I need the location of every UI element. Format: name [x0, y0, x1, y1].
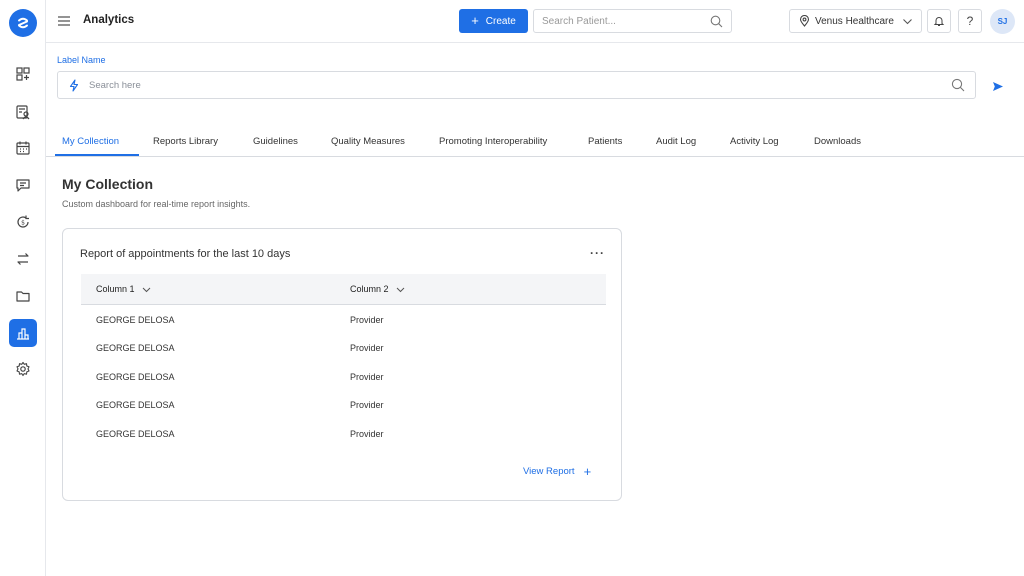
tab-my-collection[interactable]: My Collection: [62, 136, 119, 147]
table-cell: GEORGE DELOSA: [96, 429, 175, 439]
table-row[interactable]: GEORGE DELOSA Provider: [81, 307, 606, 335]
table-cell: GEORGE DELOSA: [96, 315, 175, 325]
chevron-down-icon: [142, 287, 150, 292]
avatar[interactable]: SJ: [990, 9, 1015, 34]
folder-icon: [16, 291, 30, 302]
table-cell: Provider: [350, 372, 384, 382]
transfer-icon: [17, 253, 29, 265]
tab-audit-log[interactable]: Audit Log: [656, 136, 696, 147]
tab-patients[interactable]: Patients: [588, 136, 622, 147]
patients-icon: [16, 105, 30, 120]
svg-text:$: $: [21, 220, 25, 227]
messages-icon: [16, 179, 30, 192]
view-report-link[interactable]: View Report +: [523, 463, 592, 479]
sidebar-item-transfer[interactable]: [9, 245, 37, 273]
tab-reports-library[interactable]: Reports Library: [153, 136, 218, 147]
label-search-placeholder: Search here: [89, 80, 141, 91]
app-logo[interactable]: [9, 9, 37, 37]
sidebar-item-analytics[interactable]: [9, 319, 37, 347]
tab-promoting-interoperability[interactable]: Promoting Interoperability: [439, 136, 547, 147]
more-options-icon[interactable]: ···: [590, 246, 605, 260]
sidebar-item-messages[interactable]: [9, 171, 37, 199]
lightning-icon: [69, 79, 79, 92]
label-search-input[interactable]: Search here: [57, 71, 976, 99]
bell-icon: [933, 17, 945, 26]
table-row[interactable]: GEORGE DELOSA Provider: [81, 421, 606, 449]
tab-downloads[interactable]: Downloads: [814, 136, 861, 147]
report-card-title: Report of appointments for the last 10 d…: [80, 248, 291, 260]
sidebar-item-patients[interactable]: [9, 98, 37, 126]
table-cell: Provider: [350, 429, 384, 439]
logo-icon: [18, 17, 28, 29]
tab-quality-measures[interactable]: Quality Measures: [331, 136, 405, 147]
location-pin-icon: [799, 15, 810, 27]
section-title: My Collection: [62, 176, 154, 192]
tab-bar: My Collection Reports Library Guidelines…: [46, 126, 1024, 157]
chevron-down-icon: [903, 19, 912, 25]
sidebar-item-dashboard[interactable]: [9, 60, 37, 88]
column-header-label: Column 1: [96, 284, 135, 294]
create-button-label: Create: [485, 15, 516, 27]
sidebar-item-calendar[interactable]: [9, 134, 37, 162]
hamburger-menu-icon[interactable]: [57, 14, 71, 28]
table-cell: GEORGE DELOSA: [96, 343, 175, 353]
table-cell: GEORGE DELOSA: [96, 400, 175, 410]
sidebar-item-folder[interactable]: [9, 282, 37, 310]
sidebar: $: [0, 0, 46, 576]
column-header-label: Column 2: [350, 284, 389, 294]
facility-selector[interactable]: Venus Healthcare: [789, 9, 922, 33]
calendar-icon: [16, 141, 30, 155]
table-row[interactable]: GEORGE DELOSA Provider: [81, 392, 606, 420]
dashboard-icon: [16, 67, 30, 81]
view-report-label: View Report: [523, 466, 575, 477]
plus-icon: +: [583, 463, 592, 479]
page-title: Analytics: [83, 14, 135, 26]
table-row[interactable]: GEORGE DELOSA Provider: [81, 364, 606, 392]
tab-guidelines[interactable]: Guidelines: [253, 136, 298, 147]
sidebar-item-billing[interactable]: $: [9, 208, 37, 236]
create-button[interactable]: + Create: [459, 9, 528, 33]
sidebar-item-settings[interactable]: [9, 355, 37, 383]
analytics-icon: [17, 328, 29, 340]
help-icon: ?: [966, 14, 974, 28]
section-subtitle: Custom dashboard for real-time report in…: [62, 199, 251, 209]
send-icon[interactable]: [992, 81, 1004, 92]
table-row[interactable]: GEORGE DELOSA Provider: [81, 335, 606, 363]
search-patient-placeholder: Search Patient...: [542, 15, 616, 27]
table-cell: Provider: [350, 400, 384, 410]
column-header-2[interactable]: Column 2: [350, 284, 405, 294]
top-bar: Analytics + Create Search Patient... Ven…: [46, 0, 1024, 43]
settings-icon: [16, 361, 30, 377]
report-card: Report of appointments for the last 10 d…: [62, 228, 622, 501]
table-cell: Provider: [350, 343, 384, 353]
search-icon: [710, 15, 723, 28]
active-tab-indicator: [55, 154, 139, 156]
chevron-down-icon: [396, 287, 404, 292]
help-button[interactable]: ?: [958, 9, 982, 33]
column-header-1[interactable]: Column 1: [96, 284, 151, 294]
search-patient-input[interactable]: Search Patient...: [533, 9, 732, 33]
notifications-button[interactable]: [927, 9, 951, 33]
billing-icon: $: [17, 215, 29, 228]
table-cell: GEORGE DELOSA: [96, 372, 175, 382]
label-name-heading: Label Name: [57, 55, 106, 65]
table-header: Column 1 Column 2: [81, 274, 606, 305]
search-icon: [951, 78, 965, 92]
plus-icon: +: [471, 13, 479, 28]
tab-activity-log[interactable]: Activity Log: [730, 136, 779, 147]
table-cell: Provider: [350, 315, 384, 325]
facility-name: Venus Healthcare: [815, 15, 894, 27]
